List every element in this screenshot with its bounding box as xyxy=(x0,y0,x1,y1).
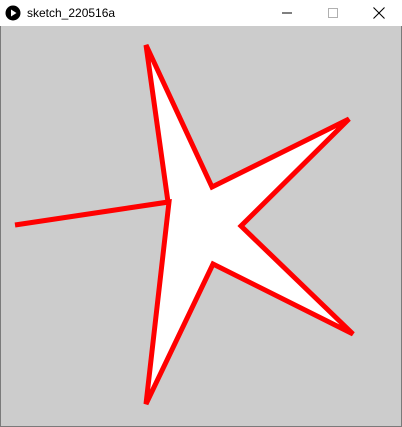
sketch-window: sketch_220516a xyxy=(0,0,402,427)
minimize-icon xyxy=(282,8,292,18)
close-icon xyxy=(373,7,385,19)
title-bar[interactable]: sketch_220516a xyxy=(0,0,402,26)
maximize-icon xyxy=(328,8,338,18)
close-button[interactable] xyxy=(356,0,402,26)
play-icon xyxy=(5,5,21,21)
window-title: sketch_220516a xyxy=(27,6,116,20)
window-frame-left xyxy=(0,26,1,427)
maximize-button[interactable] xyxy=(310,0,356,26)
canvas-drawing xyxy=(14,43,355,406)
sketch-canvas[interactable] xyxy=(1,26,401,426)
star-shape xyxy=(14,43,355,406)
minimize-button[interactable] xyxy=(264,0,310,26)
